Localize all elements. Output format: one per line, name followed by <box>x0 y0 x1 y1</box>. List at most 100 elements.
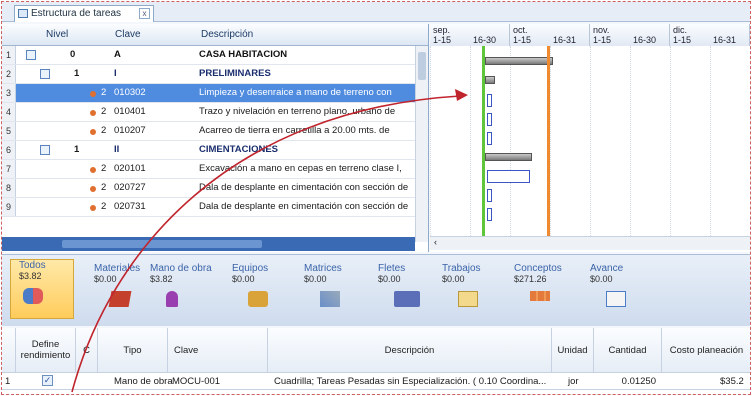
row-header-corner <box>2 328 16 372</box>
clave-cell: 020727 <box>114 182 146 193</box>
descripcion-cell: Trazo y nivelación en terreno plano, urb… <box>199 106 396 117</box>
row-number: 9 <box>2 198 16 216</box>
column-header-clave[interactable]: Clave <box>115 29 141 40</box>
column-header-clave[interactable]: Clave <box>168 328 268 372</box>
gantt-column <box>430 46 431 236</box>
descripcion-cell: CIMENTACIONES <box>199 144 278 155</box>
gantt-column <box>510 46 511 236</box>
category-equipos[interactable]: Equipos $0.00 <box>232 263 300 323</box>
clave-cell: 010401 <box>114 106 146 117</box>
window-frame: Estructura de tareas x Nivel Clave Descr… <box>1 1 751 395</box>
nivel-cell: 2 <box>101 125 107 136</box>
documents-icon <box>458 291 478 307</box>
summary-bar[interactable] <box>485 76 495 84</box>
task-bar[interactable] <box>487 113 492 126</box>
task-bar[interactable] <box>487 132 492 145</box>
category-trabajos[interactable]: Trabajos $0.00 <box>442 263 510 323</box>
summary-bar[interactable] <box>485 153 532 161</box>
nivel-cell: 2 <box>101 87 107 98</box>
nivel-cell: 2 <box>101 106 107 117</box>
category-value: $0.00 <box>304 274 327 284</box>
table-row[interactable]: 3 2 010302 Limpieza y desenraice a mano de … <box>2 84 428 103</box>
descripcion-cell: Dala de desplante en cimentación con sec… <box>199 201 409 212</box>
tree-toggle-icon[interactable] <box>26 50 36 60</box>
gantt-horizontal-scrollbar[interactable]: ‹ <box>430 236 750 250</box>
column-header-descripcion[interactable]: Descripción <box>268 328 552 372</box>
task-bar[interactable] <box>487 189 492 202</box>
tools-icon <box>320 291 340 307</box>
descripcion-cell: Excavación a mano en cepas en terreno cl… <box>199 163 402 174</box>
task-grid: Nivel Clave Descripción 1 0 A CASA HABITACI… <box>2 24 429 252</box>
category-avance[interactable]: Avance $0.00 <box>590 263 658 323</box>
table-row[interactable]: 4 2 010401 Trazo y nivelación en terreno pl… <box>2 103 428 122</box>
clave-cell: 010302 <box>114 87 146 98</box>
gantt-column <box>710 46 711 236</box>
tree-toggle-icon[interactable] <box>40 69 50 79</box>
task-bullet-icon <box>90 129 96 135</box>
task-bar[interactable] <box>487 94 492 107</box>
table-row[interactable]: 1 0 A CASA HABITACION <box>2 46 428 65</box>
horizontal-scrollbar[interactable] <box>2 237 415 251</box>
column-header-nivel[interactable]: Nivel <box>46 29 68 40</box>
category-mano-de-obra[interactable]: Mano de obra $3.82 <box>150 263 218 323</box>
column-header-descripcion[interactable]: Descripción <box>201 29 253 40</box>
clave-cell: A <box>114 49 121 60</box>
row-number: 7 <box>2 160 16 178</box>
table-row[interactable]: 7 2 020101 Excavación a mano en cepas en te… <box>2 160 428 179</box>
brick-icon <box>108 291 132 307</box>
descripcion-cell: Cuadrilla; Tareas Pesadas sin Especializ… <box>274 376 546 387</box>
define-rendimiento-checkbox[interactable]: ✓ <box>42 375 53 386</box>
gantt-column <box>590 46 591 236</box>
category-value: $0.00 <box>378 274 401 284</box>
gantt-column <box>630 46 631 236</box>
table-row[interactable]: 5 2 010207 Acarreo de tierra en carretilla … <box>2 122 428 141</box>
row-number: 2 <box>2 65 16 83</box>
gantt-body <box>430 46 750 236</box>
category-label: Mano de obra <box>150 263 212 274</box>
task-bullet-icon <box>90 110 96 116</box>
close-icon[interactable]: x <box>139 8 150 19</box>
tab-estructura-de-tareas[interactable]: Estructura de tareas x <box>14 5 154 22</box>
tree-toggle-icon[interactable] <box>40 145 50 155</box>
column-header-tipo[interactable]: Tipo <box>98 328 168 372</box>
column-header-cantidad[interactable]: Cantidad <box>594 328 662 372</box>
category-todos[interactable]: Todos $3.82 <box>10 259 74 319</box>
nivel-cell: 2 <box>101 163 107 174</box>
gantt-chart: sep. 1-15 16-30 oct. 1-15 16-31 nov. 1-15 16-30 d… <box>430 24 750 252</box>
descripcion-cell: Limpieza y desenraice a mano de terreno … <box>199 87 392 98</box>
category-label: Materiales <box>94 263 141 274</box>
column-header-c[interactable]: C <box>76 328 98 372</box>
table-row[interactable]: 2 1 I PRELIMINARES <box>2 65 428 84</box>
column-header-costo[interactable]: Costo planeación <box>662 328 750 372</box>
column-header-define[interactable]: Define rendimiento <box>16 328 76 372</box>
category-fletes[interactable]: Fletes $0.00 <box>378 263 446 323</box>
table-row[interactable]: 9 2 020731 Dala de desplante en cimentación… <box>2 198 428 217</box>
category-value: $3.82 <box>150 274 173 284</box>
clave-cell: I <box>114 68 117 79</box>
row-number: 3 <box>2 84 16 102</box>
vertical-scrollbar[interactable] <box>415 46 428 242</box>
row-number: 4 <box>2 103 16 121</box>
nivel-cell: 2 <box>101 201 107 212</box>
summary-bar[interactable] <box>485 57 553 65</box>
task-bar[interactable] <box>487 170 530 183</box>
costo-cell: $35.2 <box>720 376 744 387</box>
task-bullet-icon <box>90 91 96 97</box>
truck-icon <box>394 291 420 307</box>
table-row[interactable]: 8 2 020727 Dala de desplante en cimentación… <box>2 179 428 198</box>
category-label: Todos <box>19 260 46 271</box>
category-conceptos[interactable]: Conceptos $271.26 <box>514 263 582 323</box>
category-value: $3.82 <box>19 271 42 281</box>
task-grid-header: Nivel Clave Descripción <box>2 24 428 46</box>
table-row[interactable]: 6 1 II CIMENTACIONES <box>2 141 428 160</box>
gantt-month-header: oct. 1-15 16-31 <box>510 24 590 46</box>
column-header-unidad[interactable]: Unidad <box>552 328 594 372</box>
row-number: 1 <box>5 376 11 387</box>
table-row[interactable]: 1 ✓ Mano de obra MOCU-001 Cuadrilla; Tar… <box>2 372 750 390</box>
category-value: $0.00 <box>590 274 613 284</box>
task-bullet-icon <box>90 205 96 211</box>
task-bar[interactable] <box>487 208 492 221</box>
category-matrices[interactable]: Matrices $0.00 <box>304 263 372 323</box>
nivel-cell: 1 <box>74 144 80 155</box>
category-panel: Todos $3.82 Materiales $0.00 Mano de obr… <box>2 254 750 326</box>
